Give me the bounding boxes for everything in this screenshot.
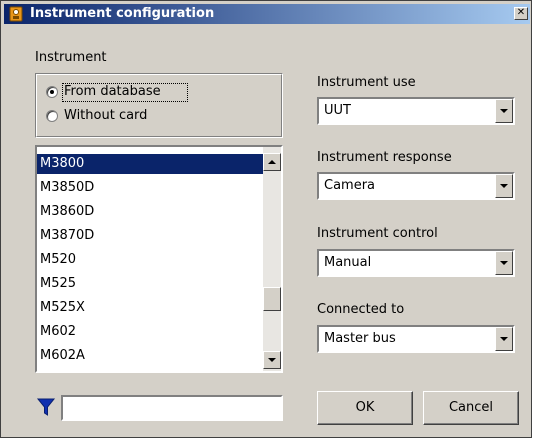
instrument-use-dropdown-button[interactable] [495, 99, 513, 123]
radio-without-card-indicator[interactable] [46, 110, 58, 122]
instrument-control-dropdown-button[interactable] [495, 251, 513, 275]
list-item[interactable]: M525 [37, 274, 263, 294]
scroll-down-button[interactable] [263, 351, 281, 369]
instrument-list[interactable]: M3800 M3850D M3860D M3870D M520 M525 M52… [35, 145, 283, 373]
instrument-use-value: UUT [324, 103, 351, 118]
instrument-configuration-dialog: Instrument configuration ✕ Instrument Fr… [0, 0, 532, 438]
scroll-up-button[interactable] [263, 153, 281, 171]
list-item[interactable]: M3870D [37, 226, 263, 246]
close-icon: ✕ [516, 7, 526, 18]
cancel-button[interactable]: Cancel [423, 391, 519, 425]
instrument-source-group: From database Without card [35, 73, 283, 138]
radio-from-database-indicator[interactable] [46, 86, 58, 98]
instrument-control-value: Manual [324, 255, 372, 270]
ok-button[interactable]: OK [317, 391, 413, 425]
radio-without-card-label[interactable]: Without card [64, 108, 147, 123]
instrument-section-label: Instrument [35, 50, 107, 65]
connected-to-label: Connected to [317, 302, 405, 317]
instrument-response-value: Camera [324, 178, 376, 193]
list-item[interactable]: M525X [37, 298, 263, 318]
title-bar[interactable]: Instrument configuration ✕ [4, 4, 530, 24]
instrument-use-label: Instrument use [317, 75, 416, 90]
list-item[interactable]: M602A [37, 346, 263, 366]
chevron-down-icon [500, 261, 508, 265]
chevron-down-icon [500, 184, 508, 188]
list-item[interactable]: M3850D [37, 178, 263, 198]
arrow-down-icon [268, 358, 276, 362]
instrument-control-label: Instrument control [317, 226, 438, 241]
chevron-down-icon [500, 337, 508, 341]
instrument-response-dropdown-button[interactable] [495, 174, 513, 198]
arrow-up-icon [268, 160, 276, 164]
instrument-response-select[interactable]: Camera [317, 172, 515, 200]
connected-to-dropdown-button[interactable] [495, 327, 513, 351]
filter-input[interactable] [61, 395, 283, 421]
close-button[interactable]: ✕ [514, 7, 528, 20]
instrument-response-label: Instrument response [317, 150, 452, 165]
window-title: Instrument configuration [30, 6, 215, 21]
list-item[interactable]: M520 [37, 250, 263, 270]
filter-icon[interactable] [36, 396, 56, 418]
instrument-control-select[interactable]: Manual [317, 249, 515, 277]
list-item[interactable]: M3800 [37, 154, 263, 174]
list-scrollbar[interactable] [263, 147, 281, 371]
radio-from-database-label[interactable]: From database [64, 84, 161, 99]
connected-to-select[interactable]: Master bus [317, 325, 515, 353]
connected-to-value: Master bus [324, 331, 396, 346]
scroll-thumb[interactable] [263, 287, 281, 311]
list-item[interactable]: M602 [37, 322, 263, 342]
list-item[interactable]: M3860D [37, 202, 263, 222]
instrument-use-select[interactable]: UUT [317, 97, 515, 125]
chevron-down-icon [500, 109, 508, 113]
app-icon [9, 6, 23, 22]
